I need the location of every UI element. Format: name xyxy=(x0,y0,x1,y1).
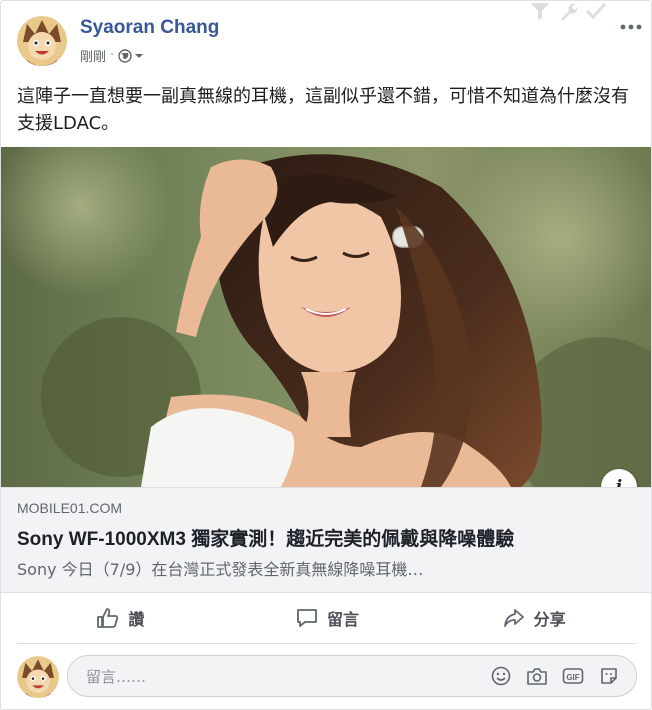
author-avatar[interactable] xyxy=(17,16,67,66)
post-card: Syaoran Chang 剛剛 · 這陣子一直想要一副真無線的耳機，這副似乎還… xyxy=(0,0,652,710)
author-name[interactable]: Syaoran Chang xyxy=(80,17,219,39)
meta-separator: · xyxy=(110,48,115,63)
check-icon[interactable] xyxy=(585,1,607,21)
sticker-icon[interactable] xyxy=(598,665,620,687)
link-preview-image[interactable] xyxy=(1,147,651,487)
commenter-avatar[interactable] xyxy=(17,656,59,698)
preview-photo xyxy=(1,147,651,487)
link-description: Sony 今日（7/9）在台灣正式發表全新真無線降噪耳機… xyxy=(17,560,424,579)
globe-icon xyxy=(118,48,132,63)
gif-icon[interactable]: GIF xyxy=(562,665,584,687)
comment-button[interactable]: 留言 xyxy=(224,597,431,639)
share-button[interactable]: 分享 xyxy=(430,597,637,639)
share-label: 分享 xyxy=(533,610,566,629)
post-actions: 讚 留言 分享 xyxy=(17,597,637,639)
svg-text:GIF: GIF xyxy=(566,673,579,682)
wrench-icon[interactable] xyxy=(557,1,579,21)
emoji-icon[interactable] xyxy=(490,665,512,687)
more-options-icon[interactable] xyxy=(619,17,643,37)
camera-icon[interactable] xyxy=(526,665,548,687)
share-icon xyxy=(503,609,524,627)
post-timestamp[interactable]: 剛剛 xyxy=(80,46,106,65)
filter-icon[interactable] xyxy=(529,1,551,21)
post-meta: 剛剛 · xyxy=(80,46,144,65)
chevron-down-icon xyxy=(135,53,144,58)
comment-icon xyxy=(297,609,317,627)
comment-composer: GIF xyxy=(67,655,637,698)
link-domain: MOBILE01.COM xyxy=(17,500,123,516)
link-preview[interactable]: MOBILE01.COM Sony WF-1000XM3 獨家實測！趨近完美的佩… xyxy=(1,487,651,593)
post-text: 這陣子一直想要一副真無線的耳機，這副似乎還不錯，可惜不知道為什麼沒有支援LDAC… xyxy=(17,86,629,134)
post-top-icons xyxy=(529,1,607,21)
divider xyxy=(17,643,635,644)
comment-tools: GIF xyxy=(490,665,620,687)
comment-input[interactable] xyxy=(84,656,468,698)
like-label: 讚 xyxy=(128,610,145,629)
comment-label: 留言 xyxy=(327,610,360,629)
thumbs-up-icon xyxy=(97,608,119,628)
link-title[interactable]: Sony WF-1000XM3 獨家實測！趨近完美的佩戴與降噪體驗 xyxy=(17,524,514,551)
like-button[interactable]: 讚 xyxy=(17,597,224,639)
privacy-selector[interactable] xyxy=(118,48,144,63)
